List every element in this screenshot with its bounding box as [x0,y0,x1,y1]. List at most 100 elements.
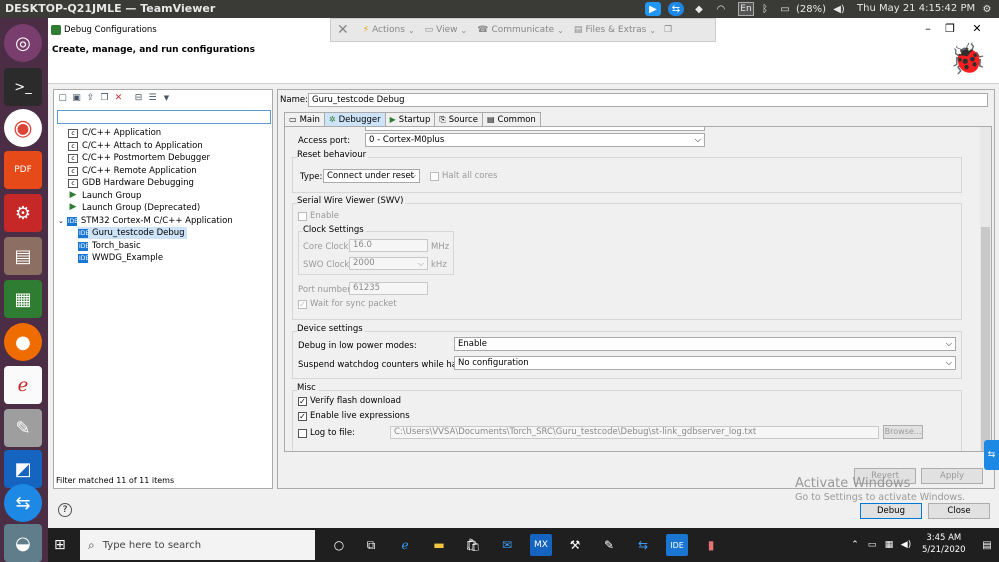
stm32cubemx-icon[interactable]: MX [530,534,552,556]
apply-button[interactable]: Apply [921,468,983,484]
bluetooth-icon[interactable]: ᛒ [760,2,770,16]
tree-node-selected[interactable]: IDE Guru_testcode Debug [78,227,187,239]
close-window-button[interactable]: ✕ [969,22,985,35]
speaker-icon[interactable]: ◀) [899,534,913,556]
tree-node-expanded[interactable]: ⌄ IDE STM32 Cortex-M C/C++ Application [58,215,233,227]
tree-node[interactable]: c C/C++ Application [68,127,161,139]
tab-startup[interactable]: ▶ Startup [384,112,436,126]
filter-icon[interactable]: ☰ [147,93,158,104]
volume-icon[interactable]: ◀) [832,2,846,16]
network-icon[interactable]: ▦ [882,534,896,556]
expand-chevron-icon[interactable]: ⌄ [58,217,64,225]
gear-icon[interactable]: ⚙ [980,2,994,16]
view-menu[interactable]: View [436,25,457,35]
spreadsheet-icon[interactable]: ▦ [4,280,42,318]
name-input[interactable]: Guru_testcode Debug [308,93,988,107]
scrollbar-thumb[interactable] [981,227,990,451]
cortana-icon[interactable]: ○ [328,534,350,556]
zoom-icon[interactable]: ▶ [645,2,661,16]
minimize-button[interactable]: – [920,22,936,35]
dropbox-icon[interactable]: ◆ [692,2,706,16]
ubuntu-dash-icon[interactable]: ◎ [4,24,42,62]
stm32cubeide-icon[interactable]: IDE [666,534,688,556]
debug-button[interactable]: Debug [860,503,922,519]
tree-node[interactable]: c C/C++ Attach to Application [68,140,203,152]
log-path-input[interactable]: C:\Users\VVSA\Documents\Torch_SRC\Guru_t… [390,426,879,439]
mail-icon[interactable]: ✉ [496,534,518,556]
close-button[interactable]: Close [928,503,990,519]
close-icon[interactable]: ✕ [337,22,349,38]
port-number-input[interactable]: 61235 [349,282,428,295]
files-extras-menu[interactable]: Files & Extras [585,25,646,35]
watchdog-select[interactable]: No configuration ⌵ [454,356,956,370]
task-view-icon[interactable]: ⧉ [360,534,382,556]
core-clock-input[interactable]: 16.0 [349,239,428,252]
editor-icon[interactable]: ℯ [4,366,42,404]
clipped-combo[interactable] [365,127,705,131]
tree-node[interactable]: ▶ Launch Group (Deprecated) [68,202,201,214]
windows-start-icon[interactable]: ⊞ [54,537,66,553]
notes-icon[interactable]: ✎ [4,409,42,447]
low-power-select[interactable]: Enable ⌵ [454,337,956,351]
window-icon[interactable]: ❐ [664,25,672,35]
drive-icon[interactable]: ◒ [4,524,42,562]
tab-source[interactable]: ⎘ Source [434,112,483,126]
taskbar-search[interactable]: ⌕ Type here to search [80,530,315,560]
swo-clock-select[interactable]: 2000 ⌵ [349,257,428,270]
access-port-select[interactable]: 0 - Cortex-M0plus ⌵ [365,133,705,147]
delete-icon[interactable]: ✕ [113,93,124,104]
chrome-icon[interactable]: ◉ [4,109,42,147]
wait-sync-checkbox[interactable]: ✓ Wait for sync packet [298,299,397,309]
terminal-icon[interactable]: >_ [4,68,42,106]
edge-icon[interactable]: ℯ [394,534,416,556]
actions-menu[interactable]: Actions [372,25,405,35]
export-icon[interactable]: ⇪ [85,93,96,104]
settings-app-icon[interactable]: ⚙ [4,194,42,232]
reset-type-select[interactable]: Connect under reset ⌵ [323,169,420,183]
tree-node[interactable]: ▶ Launch Group [68,190,142,202]
chevron-up-icon[interactable]: ⌃ [848,534,862,556]
battery-icon[interactable]: ▭ [776,2,794,16]
verify-flash-checkbox[interactable]: ✓ Verify flash download [298,396,401,406]
tree-node[interactable]: IDE Torch_basic [78,240,141,252]
teamviewer-side-tab[interactable]: ⇆ [984,440,999,470]
tab-debugger[interactable]: ✲ Debugger [323,112,386,126]
halt-all-cores-checkbox[interactable]: Halt all cores [430,171,497,181]
swv-enable-checkbox[interactable]: Enable [298,211,339,221]
file-explorer-icon[interactable]: ▬ [428,534,450,556]
maximize-button[interactable]: ❐ [942,22,958,35]
help-icon[interactable]: ? [58,503,72,517]
collapse-all-icon[interactable]: ⊟ [133,93,144,104]
firefox-icon[interactable]: ● [4,323,42,361]
notifications-icon[interactable]: ▤ [976,534,998,556]
new-config-icon[interactable]: ▢ [57,93,68,104]
battery-tray-icon[interactable]: ▭ [865,534,879,556]
store-icon[interactable]: 🛍 [462,534,484,556]
chevron-down-icon[interactable]: ▼ [161,93,172,104]
teamviewer-icon[interactable]: ⇆ [4,484,42,522]
chart-app-icon[interactable]: ▮ [700,534,722,556]
taskbar-clock[interactable]: 3:45 AM 5/21/2020 [922,532,966,556]
language-indicator[interactable]: En [738,2,754,16]
clock[interactable]: Thu May 21 4:15:42 PM [857,3,975,14]
pdf-app-icon[interactable]: PDF [4,151,42,189]
log-to-file-checkbox[interactable]: Log to file: [298,428,355,438]
tree-node[interactable]: c C/C++ Remote Application [68,165,197,177]
teamviewer-taskbar-icon[interactable]: ⇆ [632,534,654,556]
tree-node[interactable]: IDE WWDG_Example [78,252,163,264]
tab-common[interactable]: ▤ Common [481,112,541,126]
communicate-menu[interactable]: Communicate [491,25,554,35]
tree-node[interactable]: c C/C++ Postmortem Debugger [68,152,210,164]
tree-node[interactable]: c GDB Hardware Debugging [68,177,194,189]
live-expressions-checkbox[interactable]: ✓ Enable live expressions [298,411,410,421]
new-prototype-icon[interactable]: ▣ [71,93,82,104]
vscode-icon[interactable]: ◩ [4,450,42,488]
tab-main[interactable]: ▭ Main [284,112,325,126]
filter-input[interactable] [57,110,271,124]
notepad-icon[interactable]: ✎ [598,534,620,556]
vertical-scrollbar[interactable] [980,127,991,451]
wifi-icon[interactable]: ◠ [714,2,728,16]
utility-icon[interactable]: ⚒ [564,534,586,556]
teamviewer-tray-icon[interactable]: ⇆ [668,2,684,16]
duplicate-icon[interactable]: ❐ [99,93,110,104]
